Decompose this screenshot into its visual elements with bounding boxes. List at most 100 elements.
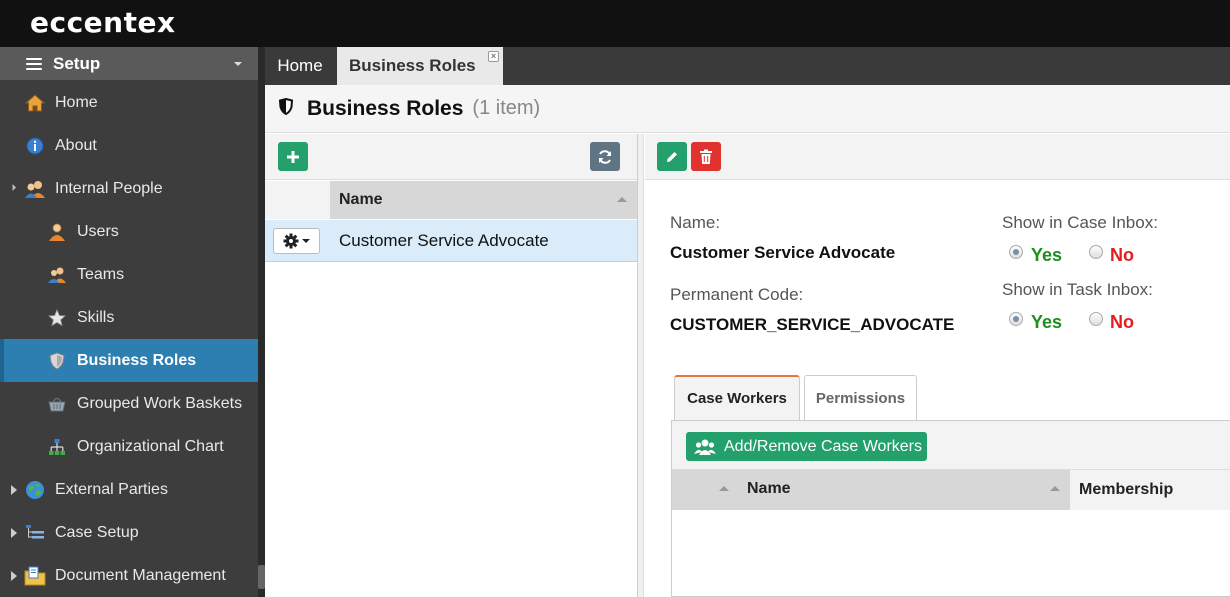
- column-header-label: Name: [747, 480, 791, 497]
- case-inbox-no-radio[interactable]: [1089, 245, 1103, 259]
- column-header-label: Membership: [1079, 481, 1174, 498]
- shield-icon: [46, 350, 68, 372]
- sidebar-item-label: Grouped Work Baskets: [77, 394, 243, 412]
- chevron-down-icon: [234, 62, 242, 66]
- column-header-name[interactable]: Name: [330, 181, 637, 219]
- list-grid-header: Name: [265, 181, 637, 219]
- row-name-cell: Customer Service Advocate: [339, 230, 549, 250]
- sidebar-item-label: Organizational Chart: [77, 437, 224, 455]
- column-header-name[interactable]: Name: [672, 470, 1070, 510]
- top-bar: eccentex: [0, 0, 1230, 47]
- info-icon: [24, 135, 46, 157]
- close-icon[interactable]: ×: [488, 51, 499, 62]
- sidebar-item-label: Document Management: [55, 566, 226, 584]
- sidebar-item-label: Case Setup: [55, 523, 139, 541]
- add-remove-case-workers-button[interactable]: Add/Remove Case Workers: [686, 432, 927, 461]
- expand-arrow-icon[interactable]: [11, 528, 17, 538]
- sidebar-splitter[interactable]: [258, 47, 265, 597]
- globe-icon: [24, 479, 46, 501]
- plus-icon: [287, 150, 299, 163]
- add-button[interactable]: [278, 142, 308, 171]
- chevron-down-icon: [302, 238, 310, 243]
- list-pane: Name Customer Service Advocate: [265, 134, 638, 597]
- sidebar-item-grouped-work-baskets[interactable]: Grouped Work Baskets: [0, 382, 258, 425]
- page-header: Business Roles (1 item): [265, 85, 1230, 133]
- case-workers-grid-header: Name Membership: [672, 470, 1230, 510]
- gear-icon: [283, 233, 299, 248]
- add-button-label: Add/Remove Case Workers: [724, 437, 922, 455]
- task-inbox-no-radio[interactable]: [1089, 312, 1103, 326]
- tab-business-roles[interactable]: Business Roles ×: [337, 47, 503, 85]
- task-inbox-yes-radio[interactable]: [1009, 312, 1023, 326]
- team-icon: [46, 264, 68, 286]
- detail-pane: Name: Customer Service Advocate Permanen…: [645, 134, 1230, 597]
- case-workers-toolbar: Add/Remove Case Workers: [672, 421, 1230, 470]
- sidebar-item-label: Home: [55, 93, 98, 111]
- case-inbox-yes-label: Yes: [1031, 245, 1063, 265]
- sidebar: Setup Home About Internal People Users T…: [0, 47, 258, 597]
- task-inbox-label: Show in Task Inbox:: [1002, 280, 1153, 299]
- sidebar-item-external-parties[interactable]: External Parties: [0, 468, 258, 511]
- sidebar-item-internal-people[interactable]: Internal People: [0, 167, 258, 210]
- delete-button[interactable]: [691, 142, 721, 171]
- sidebar-item-label: Business Roles: [77, 351, 197, 369]
- tree-icon: [24, 522, 46, 544]
- tab-case-workers[interactable]: Case Workers: [674, 375, 800, 420]
- sidebar-item-label: Teams: [77, 265, 125, 283]
- sort-asc-icon: [617, 197, 627, 202]
- org-chart-icon: [46, 436, 68, 458]
- pane-splitter[interactable]: [638, 134, 644, 597]
- refresh-icon: [599, 149, 611, 164]
- home-icon: [24, 92, 46, 114]
- case-inbox-label: Show in Case Inbox:: [1002, 213, 1158, 232]
- pencil-icon: [667, 151, 677, 162]
- item-count: (1 item): [472, 97, 541, 119]
- sidebar-item-label: Users: [77, 222, 119, 240]
- expand-arrow-icon[interactable]: [11, 571, 17, 581]
- basket-icon: [46, 393, 68, 415]
- name-label: Name:: [670, 213, 721, 232]
- refresh-button[interactable]: [590, 142, 620, 171]
- users-icon: [694, 439, 716, 455]
- tab-permissions[interactable]: Permissions: [804, 375, 917, 420]
- list-toolbar: [265, 134, 637, 180]
- row-actions-button[interactable]: [273, 227, 320, 254]
- edit-button[interactable]: [657, 142, 687, 171]
- name-value: Customer Service Advocate: [670, 243, 896, 262]
- sidebar-item-home[interactable]: Home: [0, 81, 258, 124]
- case-inbox-yes-radio[interactable]: [1009, 245, 1023, 259]
- tab-label: Case Workers: [687, 390, 787, 407]
- task-inbox-no-label: No: [1110, 312, 1134, 332]
- brand-logo[interactable]: eccentex: [30, 6, 176, 39]
- task-inbox-yes-label: Yes: [1031, 312, 1063, 332]
- column-header-membership[interactable]: Membership: [1070, 470, 1230, 510]
- user-icon: [46, 221, 68, 243]
- sidebar-item-organizational-chart[interactable]: Organizational Chart: [0, 425, 258, 468]
- table-row[interactable]: Customer Service Advocate: [265, 220, 637, 262]
- tab-label: Permissions: [815, 389, 906, 407]
- sidebar-item-skills[interactable]: Skills: [0, 296, 258, 339]
- sidebar-item-about[interactable]: About: [0, 124, 258, 167]
- tab-label: Home: [277, 56, 323, 75]
- tab-home[interactable]: Home: [265, 47, 335, 85]
- case-inbox-no-label: No: [1110, 245, 1134, 265]
- sidebar-item-label: Internal People: [55, 179, 163, 197]
- expand-arrow-icon[interactable]: [11, 485, 17, 495]
- people-icon: [24, 178, 46, 200]
- page-title: Business Roles: [307, 96, 464, 120]
- sidebar-item-document-management[interactable]: Document Management: [0, 554, 258, 597]
- sort-asc-icon: [1050, 486, 1060, 491]
- sidebar-item-label: About: [55, 136, 97, 154]
- sort-asc-icon: [719, 486, 729, 491]
- sidebar-item-users[interactable]: Users: [0, 210, 258, 253]
- expanded-arrow-icon: [8, 183, 17, 192]
- trash-icon: [700, 149, 712, 164]
- sidebar-item-teams[interactable]: Teams: [0, 253, 258, 296]
- sidebar-item-label: External Parties: [55, 480, 168, 498]
- collapse-sidebar-handle[interactable]: [258, 565, 265, 589]
- case-workers-panel: Add/Remove Case Workers Name Membership: [671, 420, 1230, 597]
- star-icon: [46, 307, 68, 329]
- sidebar-item-case-setup[interactable]: Case Setup: [0, 511, 258, 554]
- sidebar-item-business-roles[interactable]: Business Roles: [0, 339, 258, 382]
- sidebar-header[interactable]: Setup: [0, 47, 258, 80]
